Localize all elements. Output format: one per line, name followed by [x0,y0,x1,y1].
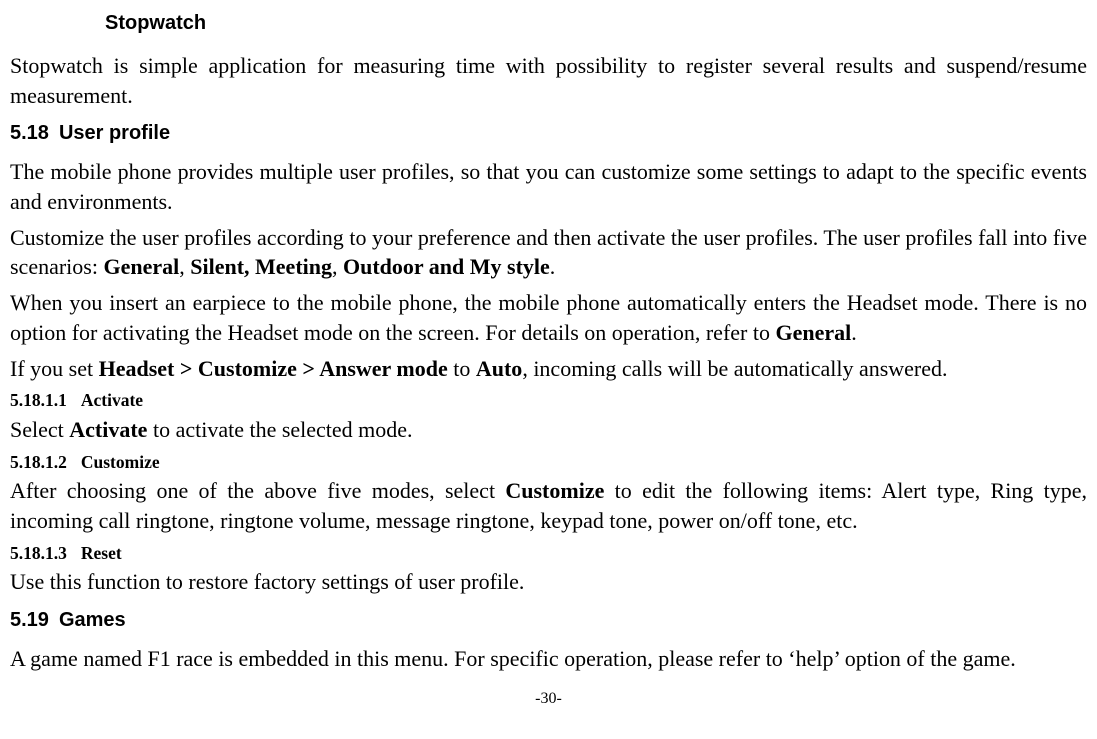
text-run: to [448,356,476,381]
bold-text: Auto [476,356,522,381]
activate-text: Select Activate to activate the selected… [10,415,1087,445]
text-run: , [179,254,190,279]
subsection-number: 5.18.1.3 [10,543,67,563]
section-user-profile-heading: 5.18 User profile [10,120,1087,147]
text-run: If you set [10,356,99,381]
text-run: . [851,320,857,345]
games-text: A game named F1 race is embedded in this… [10,644,1087,674]
text-run: After choosing one of the above five mod… [10,478,505,503]
text-run: Select [10,417,69,442]
subsection-title: Customize [81,452,160,472]
section-title: Games [59,609,126,631]
reset-text: Use this function to restore factory set… [10,567,1087,597]
subsection-title: Reset [81,543,122,563]
section-number: 5.18 [10,122,49,144]
bold-text: Customize [505,478,604,503]
subsection-number: 5.18.1.1 [10,390,67,410]
section-games-heading: 5.19 Games [10,607,1087,634]
text-run: , [332,254,343,279]
bold-text: Silent, Meeting [190,254,332,279]
bold-text: Activate [69,417,147,442]
subsection-title: Activate [81,390,143,410]
page-number: -30- [10,688,1087,710]
subsection-number: 5.18.1.2 [10,452,67,472]
stopwatch-heading: Stopwatch [105,10,1087,37]
customize-text: After choosing one of the above five mod… [10,476,1087,535]
user-profile-paragraph-2: Customize the user profiles according to… [10,223,1087,282]
text-run: , incoming calls will be automatically a… [522,356,947,381]
subsection-reset-heading: 5.18.1.3 Reset [10,542,1087,566]
text-run: to activate the selected mode. [147,417,412,442]
bold-text: Outdoor and My style [343,254,550,279]
text-run: . [550,254,556,279]
user-profile-paragraph-4: If you set Headset > Customize > Answer … [10,354,1087,384]
user-profile-paragraph-3: When you insert an earpiece to the mobil… [10,288,1087,347]
section-title: User profile [59,122,170,144]
subsection-activate-heading: 5.18.1.1 Activate [10,389,1087,413]
bold-text: Headset > Customize > Answer mode [99,356,448,381]
user-profile-paragraph-1: The mobile phone provides multiple user … [10,157,1087,216]
text-run: When you insert an earpiece to the mobil… [10,290,1087,345]
bold-text: General [775,320,851,345]
section-number: 5.19 [10,609,49,631]
stopwatch-description: Stopwatch is simple application for meas… [10,51,1087,110]
bold-text: General [103,254,179,279]
subsection-customize-heading: 5.18.1.2 Customize [10,451,1087,475]
